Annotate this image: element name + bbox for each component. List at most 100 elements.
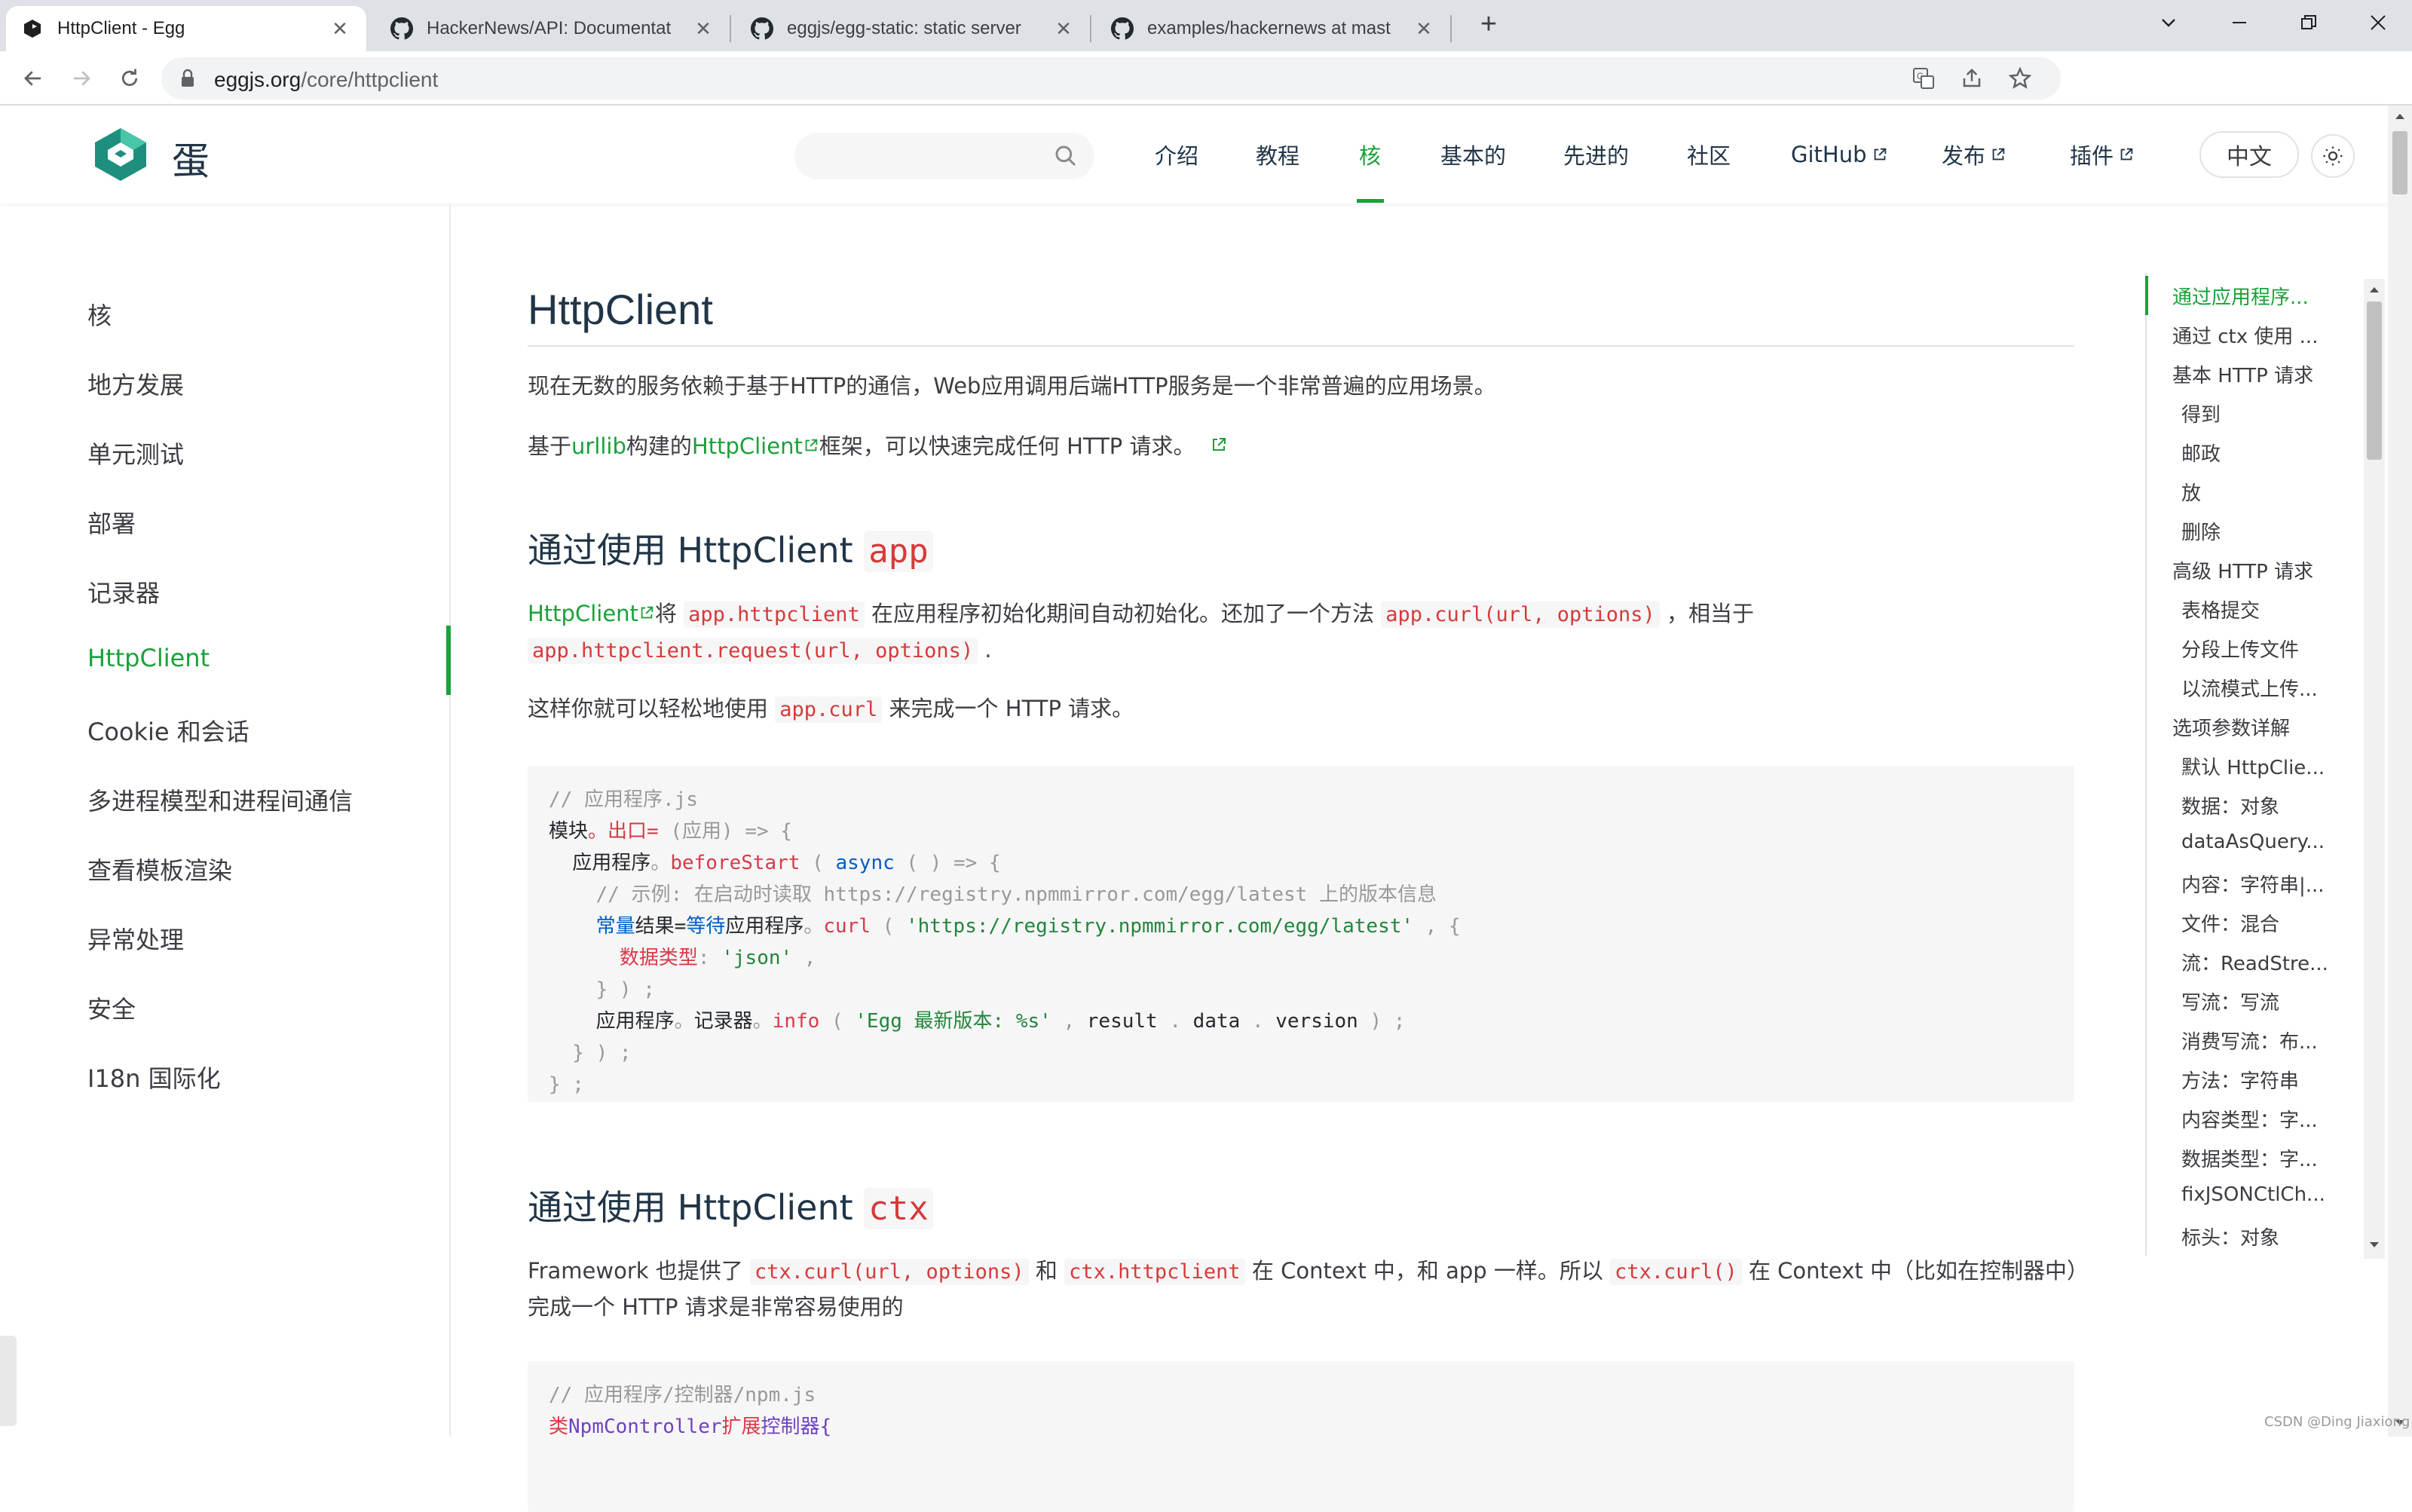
code-token: 扩展: [721, 1416, 761, 1438]
sidebar-item-cookie-session[interactable]: Cookie 和会话: [87, 713, 249, 748]
heading-text: 通过使用 HttpClient: [528, 530, 853, 571]
share-icon[interactable]: [1960, 66, 1984, 90]
close-window-button[interactable]: [2344, 5, 2412, 41]
nav-tutorial[interactable]: 教程: [1256, 106, 1299, 204]
toc-item[interactable]: 通过 ctx 使用 ...: [2172, 321, 2318, 349]
urllib-link[interactable]: urllib: [571, 433, 626, 459]
toc-item[interactable]: 内容：字符串|...: [2181, 870, 2325, 898]
sidebar-item-unit-test[interactable]: 单元测试: [87, 436, 184, 470]
toc-item[interactable]: 以流模式上传...: [2181, 674, 2318, 702]
toc-item[interactable]: 写流：写流: [2181, 987, 2279, 1015]
sidebar-item-deploy[interactable]: 部署: [87, 505, 136, 540]
toc-item[interactable]: 流：ReadStre...: [2181, 948, 2328, 976]
nav-basics[interactable]: 基本的: [1440, 106, 1506, 204]
close-icon[interactable]: ✕: [1052, 17, 1075, 41]
close-icon[interactable]: ✕: [329, 17, 351, 41]
toc-item[interactable]: 高级 HTTP 请求: [2172, 556, 2313, 584]
close-icon[interactable]: ✕: [692, 17, 715, 41]
sidebar-item-core[interactable]: 核: [87, 297, 112, 332]
nav-release[interactable]: 发布: [1942, 106, 2006, 204]
toc-item[interactable]: dataAsQuery...: [2181, 831, 2325, 853]
code-token: 类: [549, 1416, 569, 1438]
back-button[interactable]: [15, 60, 51, 96]
text: 将: [654, 601, 677, 626]
page-scrollbar-thumb[interactable]: [2392, 131, 2407, 194]
side-widget-handle[interactable]: [0, 1336, 17, 1426]
nav-intro[interactable]: 介绍: [1155, 106, 1198, 204]
minimize-button[interactable]: [2205, 5, 2273, 41]
toc-item[interactable]: 基本 HTTP 请求: [2172, 360, 2313, 388]
nav-github[interactable]: GitHub: [1791, 106, 1888, 204]
search-input[interactable]: [794, 133, 1094, 179]
url-text[interactable]: eggjs.org/core/httpclient: [214, 68, 438, 92]
toc-item[interactable]: 数据：对象: [2181, 791, 2279, 819]
section-ctx-paragraph-1-cont: 完成一个 HTTP 请求是非常容易使用的: [528, 1294, 904, 1320]
star-icon[interactable]: [2008, 66, 2032, 90]
sidebar-item-logger[interactable]: 记录器: [87, 574, 160, 609]
httpclient-link[interactable]: HttpClient: [528, 601, 638, 626]
text: ，相当于: [1667, 601, 1755, 626]
toc-item[interactable]: 分段上传文件: [2181, 635, 2299, 663]
toc-item[interactable]: 邮政: [2181, 439, 2221, 467]
toc-item[interactable]: 表格提交: [2181, 595, 2260, 623]
lock-icon[interactable]: [179, 69, 196, 92]
watermark: CSDN @Ding Jiaxiong: [2264, 1414, 2410, 1430]
new-tab-button[interactable]: +: [1471, 8, 1506, 42]
code-block-app[interactable]: // 应用程序.js 模块。出口= (应用) => { 应用程序。beforeS…: [528, 766, 2074, 1102]
toc-item[interactable]: 标头：对象: [2181, 1223, 2279, 1250]
browser-tab-hackernews-api[interactable]: HackerNews/API: Documentat ✕: [375, 6, 730, 51]
toc-item[interactable]: 删除: [2181, 517, 2221, 545]
browser-tab-egg[interactable]: HttpClient - Egg ✕: [6, 6, 366, 51]
code-token: 数据类型: [549, 947, 698, 969]
address-bar[interactable]: eggjs.org/core/httpclient G: [161, 57, 2061, 99]
text: 基于: [528, 433, 572, 459]
sidebar-item-httpclient[interactable]: HttpClient: [87, 644, 210, 672]
toc-scrollbar-thumb[interactable]: [2367, 301, 2382, 460]
sidebar-item-security[interactable]: 安全: [87, 990, 136, 1025]
language-switch-button[interactable]: 中文: [2199, 131, 2299, 178]
inline-code: ctx.httpclient: [1064, 1259, 1245, 1285]
toc-item[interactable]: fixJSONCtlCh...: [2181, 1183, 2325, 1206]
sidebar-item-i18n[interactable]: I18n 国际化: [87, 1060, 221, 1094]
toc-item[interactable]: 文件：混合: [2181, 909, 2279, 937]
nav-plugins[interactable]: 插件: [2070, 106, 2135, 204]
httpclient-link[interactable]: HttpClient: [692, 433, 803, 459]
translate-icon[interactable]: G: [1912, 66, 1936, 90]
toc-item[interactable]: 默认 HttpClie...: [2181, 752, 2325, 780]
toc-item[interactable]: 通过应用程序...: [2172, 282, 2309, 310]
tab-title: HttpClient - Egg: [57, 18, 185, 38]
sun-icon: [2323, 146, 2343, 166]
toc-item[interactable]: 内容类型：字...: [2181, 1105, 2318, 1133]
text: 和: [1035, 1258, 1058, 1284]
toc-item[interactable]: 放: [2181, 478, 2201, 506]
sidebar-item-cluster-ipc[interactable]: 多进程模型和进程间通信: [87, 782, 353, 817]
browser-tab-egg-static[interactable]: eggjs/egg-static: static server ✕: [736, 6, 1090, 51]
reload-button[interactable]: [112, 60, 148, 96]
sidebar-item-local-dev[interactable]: 地方发展: [87, 366, 184, 401]
sidebar-item-view[interactable]: 查看模板渲染: [87, 852, 232, 886]
sidebar-item-error-handling[interactable]: 异常处理: [87, 921, 184, 956]
code-block-ctx[interactable]: // 应用程序/控制器/npm.js 类NpmController扩展控制器{: [528, 1361, 2074, 1512]
site-title[interactable]: 蛋: [172, 131, 210, 185]
tab-search-button[interactable]: [2135, 5, 2202, 41]
toc-item[interactable]: 数据类型：字...: [2181, 1144, 2318, 1172]
toc-item[interactable]: 选项参数详解: [2172, 713, 2290, 741]
search-icon[interactable]: [1054, 144, 1078, 172]
maximize-button[interactable]: [2275, 5, 2343, 41]
nav-label: 介绍: [1155, 143, 1199, 169]
toc-item[interactable]: 方法：字符串: [2181, 1066, 2299, 1094]
forward-button[interactable]: [63, 60, 99, 96]
nav-advanced[interactable]: 先进的: [1563, 106, 1629, 204]
nav-community[interactable]: 社区: [1687, 106, 1731, 204]
close-icon[interactable]: ✕: [1413, 17, 1435, 41]
code-token: .: [1240, 1010, 1276, 1033]
toc-item[interactable]: 得到: [2181, 399, 2221, 427]
toc-scrollbar[interactable]: [2364, 279, 2385, 1259]
page-scrollbar[interactable]: [2388, 106, 2412, 1437]
tab-separator: [1090, 15, 1091, 42]
theme-toggle-button[interactable]: [2311, 134, 2355, 178]
nav-core[interactable]: 核: [1359, 106, 1381, 204]
egg-logo-icon[interactable]: [92, 127, 149, 182]
browser-tab-hackernews-example[interactable]: examples/hackernews at mast ✕: [1096, 6, 1450, 51]
toc-item[interactable]: 消费写流：布...: [2181, 1027, 2318, 1054]
